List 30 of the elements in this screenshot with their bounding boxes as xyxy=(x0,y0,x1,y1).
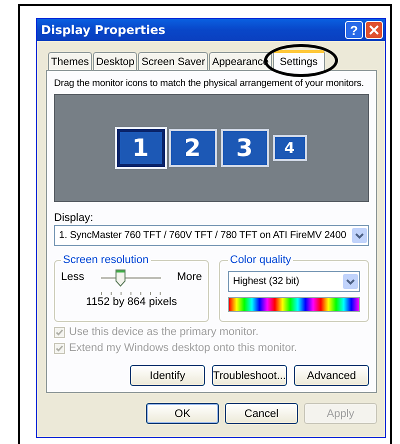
action-button[interactable]: Identify xyxy=(130,365,205,386)
slider-thumb[interactable] xyxy=(115,269,126,287)
resolution-slider[interactable] xyxy=(100,268,161,296)
dialog-button[interactable]: Cancel xyxy=(225,403,298,424)
monitor-icon[interactable]: 1 xyxy=(116,129,164,167)
close-button[interactable] xyxy=(365,21,383,39)
color-quality-dropdown[interactable]: Highest (32 bit) xyxy=(228,271,360,292)
action-button[interactable]: Troubleshoot... xyxy=(212,365,287,386)
close-icon[interactable] xyxy=(369,25,379,35)
dialog-button[interactable]: OK xyxy=(146,403,219,424)
help-button[interactable]: ? xyxy=(345,21,363,39)
window-title: Display Properties xyxy=(41,23,166,37)
tab[interactable]: Themes xyxy=(48,52,92,70)
monitor-icon[interactable]: 4 xyxy=(272,135,306,161)
tab[interactable]: Screen Saver xyxy=(138,52,208,70)
slider-max-label: More xyxy=(176,271,202,283)
resolution-reading: 1152 by 864 pixels xyxy=(85,296,178,308)
group-title: Color quality xyxy=(229,254,292,266)
checkbox-label: Use this device as the primary monitor. xyxy=(69,326,259,338)
slider-min-label: Less xyxy=(61,271,84,283)
tab[interactable]: Settings xyxy=(272,50,325,71)
checkbox-label: Extend my Windows desktop onto this monitor. xyxy=(69,342,298,354)
monitor-icon[interactable]: 3 xyxy=(220,129,268,167)
display-dropdown[interactable]: 1. SyncMaster 760 TFT / 760V TFT / 780 TFT on ATI FireMV 2400 xyxy=(54,225,369,246)
group-title: Screen resolution xyxy=(62,254,150,266)
tab[interactable]: Desktop xyxy=(92,52,138,70)
instruction-text: Drag the monitor icons to match the physical arrangement of your monitors. xyxy=(54,78,364,89)
monitor-icon[interactable]: 2 xyxy=(168,129,216,167)
display-label: Display: xyxy=(54,212,94,224)
action-button[interactable]: Advanced xyxy=(294,365,369,386)
